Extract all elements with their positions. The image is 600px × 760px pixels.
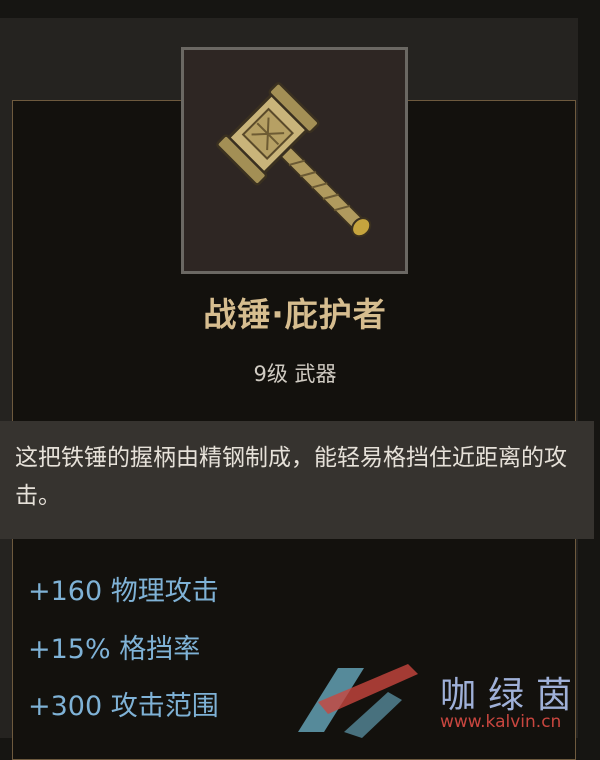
item-name: 战锤·庇护者 — [203, 295, 387, 334]
stat-physical-attack: +160 物理攻击 — [28, 576, 219, 607]
item-level-type: 9级 武器 — [253, 362, 337, 386]
stat-block-rate: +15% 格挡率 — [28, 634, 201, 665]
stat-attack-range: +300 攻击范围 — [28, 691, 219, 722]
war-hammer-icon — [216, 82, 372, 238]
item-description: 这把铁锤的握柄由精钢制成，能轻易格挡住近距离的攻击。 — [15, 445, 567, 509]
item-description-box: 这把铁锤的握柄由精钢制成，能轻易格挡住近距离的攻击。 — [0, 421, 594, 539]
item-icon-frame — [181, 47, 408, 274]
watermark-url: www.kalvin.cn — [440, 712, 562, 732]
watermark-text: 咖绿茵 — [440, 675, 585, 716]
